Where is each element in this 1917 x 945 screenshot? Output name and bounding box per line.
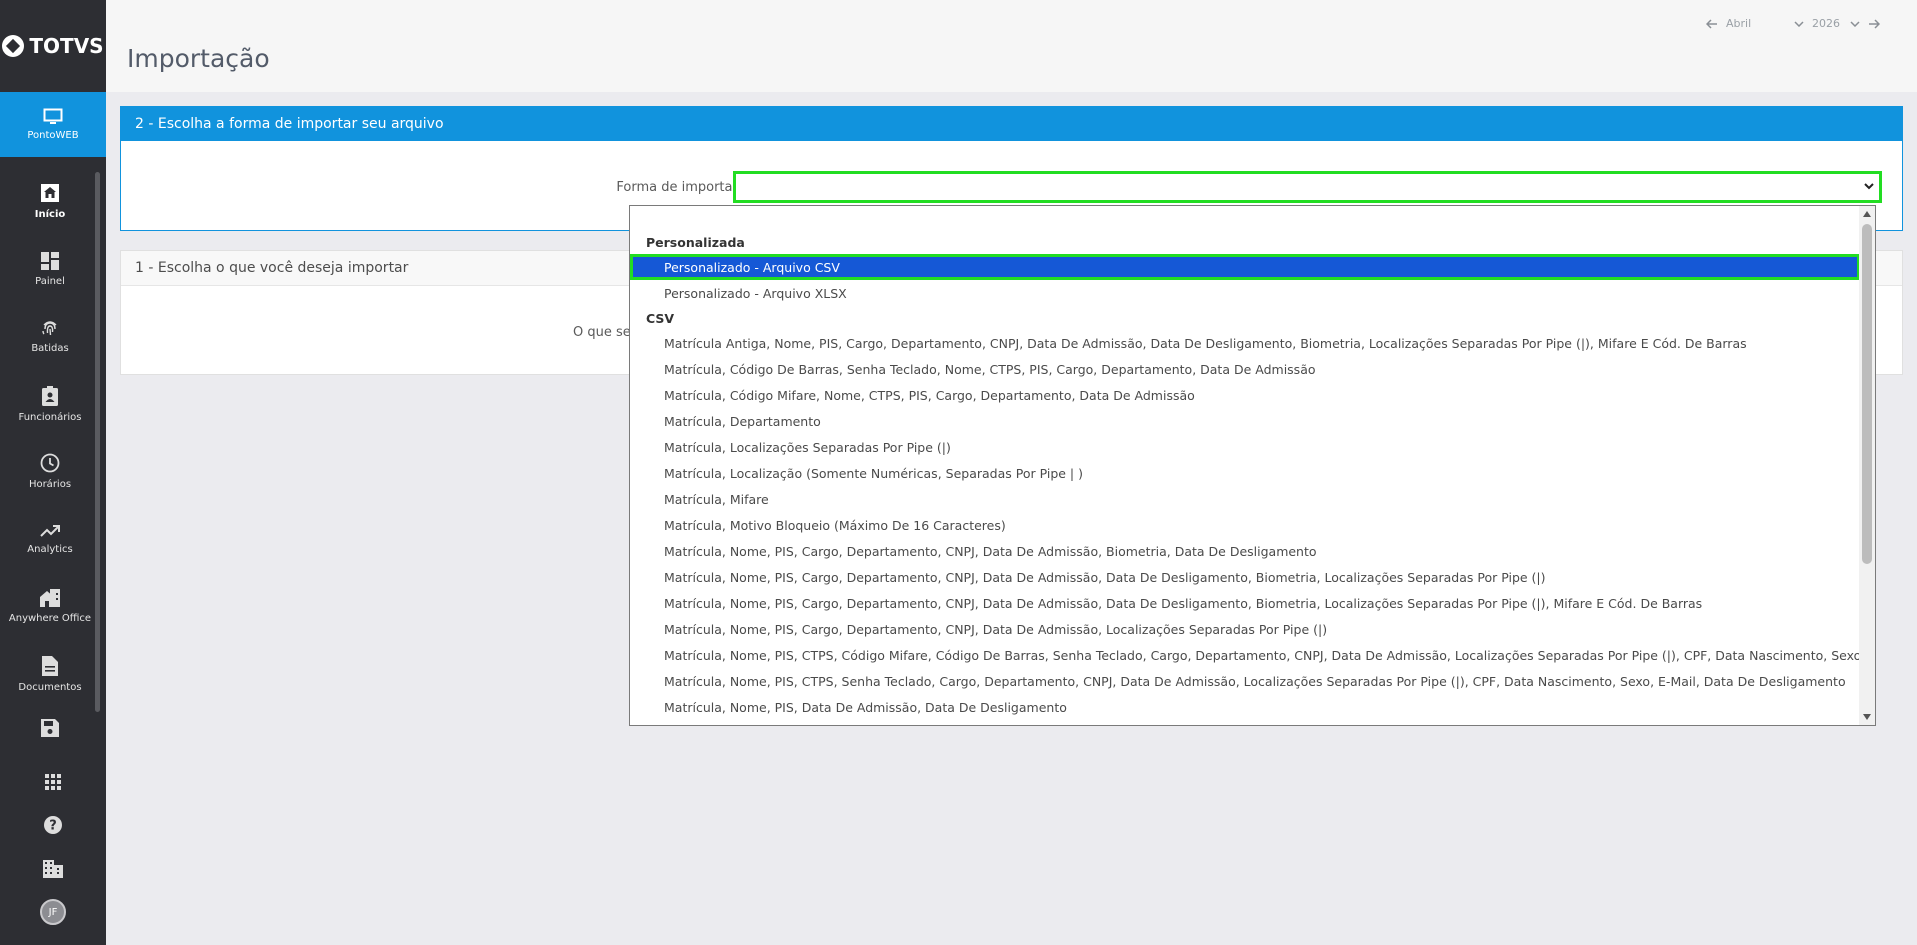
sidebar-item-label: Batidas xyxy=(31,343,69,355)
dropdown-option[interactable]: Matrícula, Localização (Somente Numérica… xyxy=(630,460,1860,486)
sidebar-item-analytics[interactable]: Analytics xyxy=(0,506,100,574)
app-tile-label: PontoWEB xyxy=(27,130,79,141)
dropdown-option[interactable]: Matrícula, Código De Barras, Senha Tecla… xyxy=(630,356,1860,382)
company-button[interactable] xyxy=(0,847,106,891)
page-title: Importação xyxy=(127,44,270,73)
sidebar-scrollbar[interactable] xyxy=(95,172,100,712)
logo-text: TOTVS xyxy=(29,34,104,58)
dropdown-option[interactable]: Matrícula, Nome, PIS, Cargo, Departament… xyxy=(630,538,1860,564)
dropdown-option[interactable]: Personalizado - Arquivo CSV xyxy=(630,254,1860,280)
totvs-logo-icon xyxy=(2,35,25,57)
arrow-right-icon[interactable] xyxy=(1868,18,1880,29)
sidebar-item-funcionarios[interactable]: Funcionários xyxy=(0,371,100,439)
apps-button[interactable] xyxy=(0,760,106,804)
sidebar-item-anywhere-office[interactable]: Anywhere Office xyxy=(0,573,100,641)
sidebar-item-label: Funcionários xyxy=(18,411,82,423)
dropdown-option[interactable]: Matrícula, Nome, PIS, Data De Admissão, … xyxy=(630,694,1860,720)
chevron-down-icon xyxy=(1863,179,1875,193)
fingerprint-icon xyxy=(41,319,59,337)
sidebar-nav: Início Painel Batidas Funcionários Horár… xyxy=(0,168,100,748)
dropdown-option[interactable]: Matrícula, Nome, PIS, Cargo, Departament… xyxy=(630,590,1860,616)
import-method-dropdown[interactable]: Personalizada Personalizado - Arquivo CS… xyxy=(629,205,1876,726)
dropdown-option[interactable]: Matrícula, Nome, PIS, Cargo, Departament… xyxy=(630,616,1860,642)
user-menu[interactable]: JF xyxy=(0,891,106,935)
sidebar-item-documentos[interactable]: Documentos xyxy=(0,641,100,709)
dropdown-option[interactable]: Matrícula, Mifare xyxy=(630,486,1860,512)
help-button[interactable]: ? xyxy=(0,804,106,848)
dropdown-option[interactable]: Matrícula, Departamento xyxy=(630,408,1860,434)
arrow-left-icon[interactable] xyxy=(1706,18,1718,29)
sidebar-item-inicio[interactable]: Início xyxy=(0,168,100,236)
sidebar-bottom: ? JF xyxy=(0,760,106,934)
sidebar-item-label: Início xyxy=(34,209,66,221)
avatar: JF xyxy=(40,899,66,926)
save-icon xyxy=(41,719,59,737)
scroll-thumb[interactable] xyxy=(1862,224,1872,564)
sidebar-item-more[interactable] xyxy=(0,708,100,748)
app-tile-pontoweb[interactable]: PontoWEB xyxy=(0,92,106,157)
month-value: Abril xyxy=(1726,17,1752,30)
chevron-down-icon xyxy=(1794,20,1804,27)
chevron-down-icon xyxy=(1850,20,1860,27)
dropdown-option[interactable]: Matrícula, Motivo Bloqueio (Máximo De 16… xyxy=(630,512,1860,538)
sidebar-item-label: Documentos xyxy=(18,681,82,693)
badge-icon xyxy=(42,385,58,406)
clock-icon xyxy=(40,453,60,473)
help-icon: ? xyxy=(43,815,63,835)
apps-grid-icon xyxy=(45,773,61,790)
dashboard-icon xyxy=(41,251,59,270)
dropdown-scrollbar[interactable] xyxy=(1859,206,1875,725)
month-select[interactable]: Abril xyxy=(1726,17,1804,30)
dropdown-list: Personalizada Personalizado - Arquivo CS… xyxy=(630,230,1860,720)
panel-title: 2 - Escolha a forma de importar seu arqu… xyxy=(121,107,1902,141)
totvs-logo[interactable]: TOTVS xyxy=(0,0,106,92)
scroll-up-icon[interactable] xyxy=(1863,211,1871,217)
sidebar-item-batidas[interactable]: Batidas xyxy=(0,303,100,371)
page-header: Importação Abril 2026 xyxy=(106,0,1917,92)
year-value: 2026 xyxy=(1812,17,1840,30)
sidebar: TOTVS PontoWEB Início Painel Batidas Fun… xyxy=(0,0,106,945)
import-type-question: O que ser xyxy=(573,325,637,340)
import-method-select[interactable] xyxy=(733,171,1882,203)
scroll-down-icon[interactable] xyxy=(1863,714,1871,720)
dropdown-option[interactable]: Matrícula, Nome, PIS, Cargo, Departament… xyxy=(630,564,1860,590)
monitor-icon xyxy=(43,108,63,126)
optgroup-label: CSV xyxy=(646,310,675,326)
sidebar-item-label: Painel xyxy=(35,275,65,287)
home-icon xyxy=(40,183,60,203)
home-work-icon xyxy=(39,589,61,608)
year-select[interactable]: 2026 xyxy=(1812,17,1860,30)
dropdown-option[interactable]: Matrícula, Nome, PIS, CTPS, Código Mifar… xyxy=(630,642,1860,668)
building-icon xyxy=(43,859,63,878)
optgroup-label: Personalizada xyxy=(646,234,745,250)
trending-up-icon xyxy=(40,524,60,538)
period-selector: Abril 2026 xyxy=(1706,17,1880,30)
dropdown-option[interactable]: Personalizado - Arquivo XLSX xyxy=(630,280,1860,306)
sidebar-item-label: Anywhere Office xyxy=(8,613,92,625)
dropdown-option[interactable]: Matrícula, Nome, PIS, CTPS, Senha Teclad… xyxy=(630,668,1860,694)
sidebar-item-label: Analytics xyxy=(27,543,73,555)
sidebar-item-horarios[interactable]: Horários xyxy=(0,438,100,506)
sidebar-item-painel[interactable]: Painel xyxy=(0,236,100,304)
dropdown-option[interactable]: Matrícula, Código Mifare, Nome, CTPS, PI… xyxy=(630,382,1860,408)
document-icon xyxy=(42,655,58,676)
svg-text:?: ? xyxy=(49,819,57,834)
dropdown-option[interactable]: Matrícula Antiga, Nome, PIS, Cargo, Depa… xyxy=(630,330,1860,356)
dropdown-option[interactable]: Matrícula, Localizações Separadas Por Pi… xyxy=(630,434,1860,460)
sidebar-item-label: Horários xyxy=(28,479,72,491)
